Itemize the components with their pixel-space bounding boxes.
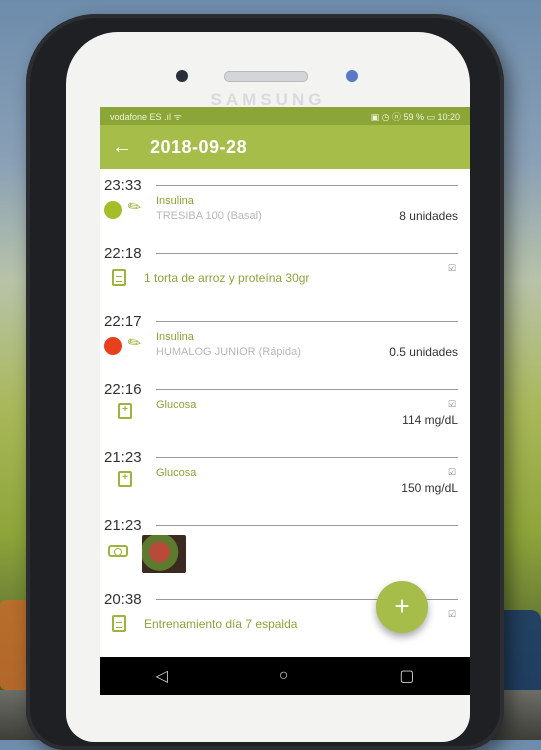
earpiece-speaker — [224, 71, 308, 82]
front-camera-icon — [176, 70, 188, 82]
edit-icon[interactable]: ☑ — [448, 467, 456, 478]
syringe-icon: ✎ — [124, 196, 146, 219]
divider — [156, 184, 458, 186]
note-icon — [112, 615, 126, 632]
entry-time: 22:18 — [104, 244, 142, 262]
log-list[interactable]: 23:33 ✎ Insulina TRESIBA 100 (Basal) 8 u… — [100, 169, 470, 649]
camera-icon — [108, 545, 128, 557]
entry-amount: 8 unidades — [399, 209, 458, 223]
divider — [156, 252, 458, 254]
entry-detail: HUMALOG JUNIOR (Rápida) — [156, 346, 301, 358]
nav-home-icon[interactable]: ○ — [279, 667, 289, 685]
status-left: vodafone ES .ıl ᯤ — [110, 111, 182, 122]
entry-time: 22:17 — [104, 312, 142, 330]
app-screen: vodafone ES .ıl ᯤ ▣ ◷ ⓝ 59 % ▭ 10:20 ← 2… — [100, 107, 470, 695]
entry-amount: 150 mg/dL — [401, 481, 458, 495]
divider — [156, 388, 458, 390]
entry-amount: 0.5 unidades — [389, 345, 458, 359]
sensor-icon — [346, 70, 358, 82]
entry-note: Entrenamiento día 7 espalda — [144, 617, 298, 631]
insulin-rapid-dot-icon — [104, 337, 122, 355]
glucose-meter-icon: + — [118, 403, 132, 419]
entry-time: 23:33 — [104, 176, 142, 194]
list-item[interactable]: 22:16 + Glucosa ☑ 114 mg/dL — [104, 379, 458, 439]
entry-detail: TRESIBA 100 (Basal) — [156, 210, 262, 222]
add-entry-button[interactable]: + — [376, 581, 428, 633]
entry-amount: 114 mg/dL — [402, 413, 458, 427]
status-right: ▣ ◷ ⓝ 59 % ▭ 10:20 — [370, 111, 460, 122]
list-item[interactable]: 23:33 ✎ Insulina TRESIBA 100 (Basal) 8 u… — [104, 175, 458, 235]
entry-type: Glucosa — [156, 399, 197, 411]
glucose-meter-icon: + — [118, 471, 132, 487]
entry-type: Glucosa — [156, 467, 197, 479]
back-arrow-icon[interactable]: ← — [112, 136, 150, 159]
entry-note: 1 torta de arroz y proteína 30gr — [144, 271, 310, 285]
entry-type: Insulina — [156, 195, 194, 207]
status-bar: vodafone ES .ıl ᯤ ▣ ◷ ⓝ 59 % ▭ 10:20 — [100, 107, 470, 125]
entry-type: Insulina — [156, 331, 194, 343]
entry-time: 22:16 — [104, 380, 142, 398]
page-title: 2018-09-28 — [150, 136, 248, 157]
divider — [156, 456, 458, 458]
insulin-basal-dot-icon — [104, 201, 122, 219]
nav-recent-icon[interactable]: ▢ — [399, 666, 414, 686]
edit-icon[interactable]: ☑ — [448, 263, 456, 274]
nav-back-icon[interactable]: ◁ — [155, 666, 167, 686]
list-item[interactable]: 21:23 + Glucosa ☑ 150 mg/dL — [104, 447, 458, 507]
app-bar: ← 2018-09-28 — [100, 125, 470, 169]
entry-time: 21:23 — [104, 516, 142, 534]
entry-time: 21:23 — [104, 448, 142, 466]
list-item[interactable]: 22:17 ✎ Insulina HUMALOG JUNIOR (Rápida)… — [104, 311, 458, 371]
divider — [156, 524, 458, 526]
syringe-icon: ✎ — [124, 332, 146, 355]
list-item[interactable]: 22:18 1 torta de arroz y proteína 30gr ☑ — [104, 243, 458, 303]
list-item[interactable]: 21:23 — [104, 515, 458, 581]
edit-icon[interactable]: ☑ — [448, 609, 456, 620]
edit-icon[interactable]: ☑ — [448, 399, 456, 410]
divider — [156, 320, 458, 322]
note-icon — [112, 269, 126, 286]
system-nav-bar: ◁ ○ ▢ — [100, 657, 470, 695]
entry-time: 20:38 — [104, 590, 142, 608]
meal-photo-thumbnail[interactable] — [142, 535, 186, 573]
